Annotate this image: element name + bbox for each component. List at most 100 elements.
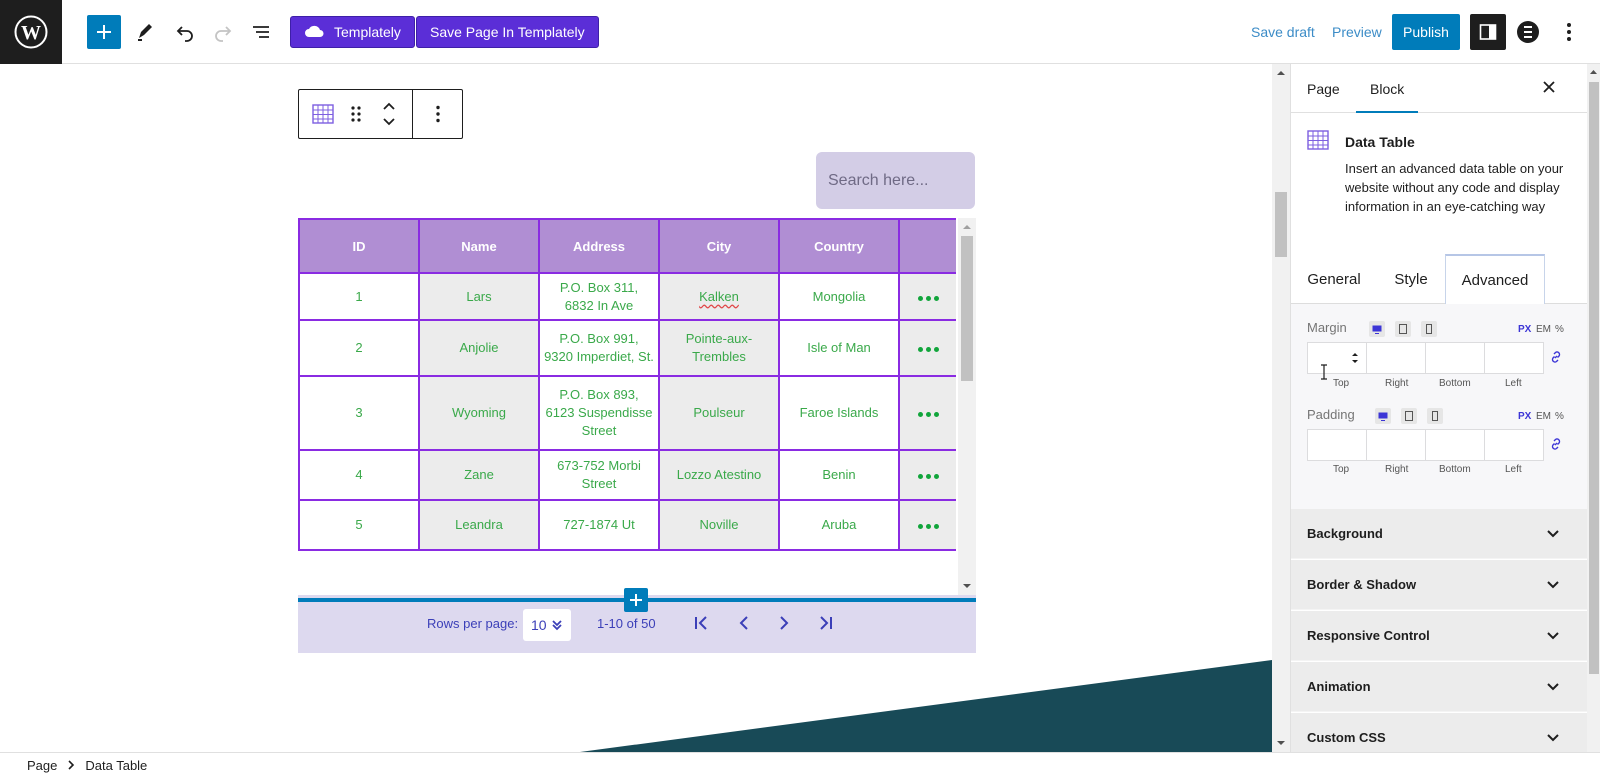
tools-button[interactable]: [129, 16, 161, 48]
tab-advanced[interactable]: Advanced: [1445, 254, 1545, 304]
templately-button[interactable]: Templately: [290, 16, 415, 48]
margin-right-input[interactable]: [1367, 343, 1426, 373]
margin-left-input[interactable]: [1485, 343, 1543, 373]
desktop-device-button[interactable]: [1369, 321, 1385, 337]
tab-block[interactable]: Block: [1355, 81, 1419, 113]
block-description: Insert an advanced data table on your we…: [1345, 161, 1564, 214]
cell-city: Noville: [658, 499, 780, 551]
tab-general[interactable]: General: [1291, 254, 1377, 304]
padding-bottom-input[interactable]: [1426, 430, 1485, 460]
link-values-icon[interactable]: [1549, 350, 1563, 364]
document-overview-button[interactable]: [245, 16, 277, 48]
undo-button[interactable]: [169, 16, 201, 48]
data-table: ID Name Address City Country 1 Lars P.O.…: [298, 218, 956, 551]
cell-name: Zane: [418, 449, 540, 501]
section-custom-css[interactable]: Custom CSS: [1291, 713, 1587, 752]
cell-name: Lars: [418, 272, 540, 321]
block-settings-tabs: General Style Advanced: [1291, 254, 1587, 304]
column-header-id[interactable]: ID: [298, 218, 420, 274]
first-page-icon[interactable]: [693, 614, 711, 632]
column-header-address[interactable]: Address: [538, 218, 660, 274]
move-up-down-buttons[interactable]: [371, 90, 407, 138]
link-values-icon[interactable]: [1549, 437, 1563, 451]
unit-px[interactable]: PX: [1518, 411, 1531, 422]
chevron-down-icon: [1547, 631, 1559, 639]
rows-per-page-select[interactable]: 10: [523, 609, 571, 641]
column-header-name[interactable]: Name: [418, 218, 540, 274]
table-icon: [1307, 130, 1329, 150]
drag-handle[interactable]: [343, 90, 369, 138]
section-background[interactable]: Background: [1291, 509, 1587, 559]
padding-right-input[interactable]: [1367, 430, 1426, 460]
mobile-device-button[interactable]: [1421, 321, 1437, 337]
tablet-device-button[interactable]: [1395, 321, 1411, 337]
options-menu-button[interactable]: [1557, 16, 1581, 48]
column-header-city[interactable]: City: [658, 218, 780, 274]
breadcrumb-current[interactable]: Data Table: [85, 758, 147, 773]
padding-left-input[interactable]: [1485, 430, 1543, 460]
undo-icon: [176, 26, 193, 42]
save-in-templately-button[interactable]: Save Page In Templately: [416, 16, 599, 48]
cell-address: P.O. Box 893, 6123 Suspendisse Street: [538, 375, 660, 451]
add-block-button[interactable]: [624, 588, 648, 612]
svg-text:W: W: [21, 22, 41, 44]
margin-top-input[interactable]: [1308, 343, 1367, 373]
close-icon[interactable]: [1541, 79, 1557, 95]
section-animation[interactable]: Animation: [1291, 662, 1587, 712]
data-table-container: ID Name Address City Country 1 Lars P.O.…: [298, 218, 956, 595]
unit-em[interactable]: EM: [1536, 324, 1551, 335]
cell-address: P.O. Box 311, 6832 In Ave: [538, 272, 660, 321]
next-page-icon[interactable]: [775, 614, 793, 632]
desktop-icon: [1372, 325, 1382, 334]
previous-page-icon[interactable]: [735, 614, 753, 632]
cell-id: 5: [298, 499, 420, 551]
margin-top-caption: Top: [1333, 378, 1350, 389]
row-actions-button[interactable]: [898, 499, 956, 551]
publish-button[interactable]: Publish: [1392, 14, 1460, 50]
section-responsive-control[interactable]: Responsive Control: [1291, 611, 1587, 661]
row-actions-button[interactable]: [898, 272, 956, 321]
tab-style[interactable]: Style: [1377, 254, 1445, 304]
cell-country: Mongolia: [778, 272, 900, 321]
desktop-device-button[interactable]: [1375, 408, 1391, 424]
canvas-scrollbar-thumb[interactable]: [1275, 192, 1287, 257]
last-page-icon[interactable]: [816, 614, 834, 632]
unit-percent[interactable]: %: [1555, 324, 1564, 335]
save-draft-button[interactable]: Save draft: [1251, 24, 1315, 40]
unit-em[interactable]: EM: [1536, 411, 1551, 422]
sidebar-scrollbar-thumb[interactable]: [1589, 82, 1599, 674]
block-inserter-button[interactable]: [87, 15, 121, 49]
mobile-device-button[interactable]: [1427, 408, 1443, 424]
preview-button[interactable]: Preview: [1332, 24, 1382, 40]
essential-blocks-button[interactable]: [1514, 16, 1542, 48]
section-border-shadow[interactable]: Border & Shadow: [1291, 560, 1587, 610]
breadcrumb-root[interactable]: Page: [27, 758, 57, 773]
table-search-input[interactable]: Search here...: [816, 152, 975, 209]
row-actions-button[interactable]: [898, 375, 956, 451]
unit-percent[interactable]: %: [1555, 411, 1564, 422]
table-icon: [312, 104, 334, 124]
wordpress-logo-button[interactable]: W: [0, 0, 62, 64]
canvas-scrollbar[interactable]: [1272, 64, 1290, 752]
essential-blocks-icon: [1517, 21, 1539, 43]
table-scrollbar-thumb[interactable]: [961, 236, 973, 381]
advanced-settings-panel: Margin PX EM % Top Right Bottom Left Pad…: [1291, 304, 1587, 509]
tablet-device-button[interactable]: [1401, 408, 1417, 424]
editor-canvas: Search here... ID Name Address City Coun…: [0, 64, 1272, 752]
sidebar-scrollbar[interactable]: [1587, 64, 1600, 752]
settings-toggle-button[interactable]: [1470, 14, 1506, 50]
more-horizontal-icon: [917, 412, 939, 417]
table-scrollbar[interactable]: [958, 218, 976, 595]
tab-page[interactable]: Page: [1307, 81, 1340, 97]
cell-country: Aruba: [778, 499, 900, 551]
padding-top-input[interactable]: [1308, 430, 1367, 460]
column-header-country[interactable]: Country: [778, 218, 900, 274]
margin-bottom-input[interactable]: [1426, 343, 1485, 373]
block-type-button[interactable]: [303, 90, 343, 138]
row-actions-button[interactable]: [898, 449, 956, 501]
table-row: 5 Leandra 727-1874 Ut Noville Aruba: [298, 499, 956, 551]
row-actions-button[interactable]: [898, 319, 956, 377]
block-options-button[interactable]: [413, 90, 463, 138]
unit-px[interactable]: PX: [1518, 324, 1531, 335]
redo-button[interactable]: [207, 16, 239, 48]
